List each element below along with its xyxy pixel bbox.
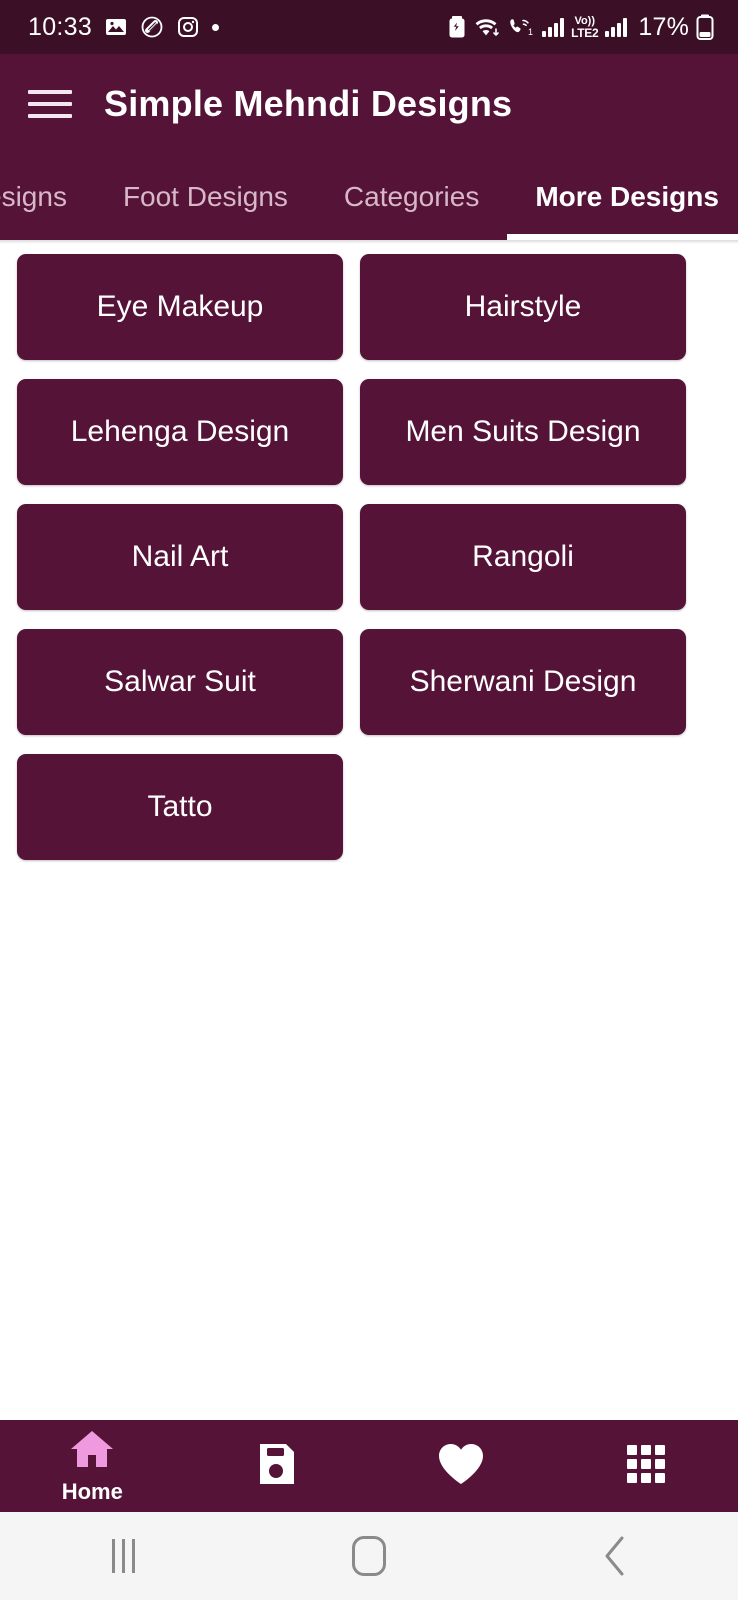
- tab-more-designs[interactable]: More Designs: [507, 154, 738, 240]
- card-label: Nail Art: [131, 540, 229, 573]
- category-card-eye-makeup[interactable]: Eye Makeup: [17, 254, 343, 360]
- tab-designs-partial[interactable]: esigns: [0, 154, 95, 240]
- wifi-icon: [474, 15, 500, 39]
- status-bar-right: 1 Vo)) LTE2 17%: [447, 13, 714, 42]
- category-card-nail-art[interactable]: Nail Art: [17, 504, 343, 610]
- home-icon: [69, 1428, 115, 1475]
- status-bar-left: 10:33: [28, 12, 220, 42]
- card-label: Eye Makeup: [96, 290, 264, 323]
- volte-call-icon: 1: [507, 15, 535, 39]
- tab-foot-designs[interactable]: Foot Designs: [95, 154, 316, 240]
- svg-text:1: 1: [528, 27, 533, 37]
- content-area: Eye Makeup Hairstyle Lehenga Design Men …: [0, 244, 738, 1420]
- tab-label: esigns: [0, 181, 67, 212]
- category-card-sherwani-design[interactable]: Sherwani Design: [360, 629, 686, 735]
- recents-icon[interactable]: [0, 1539, 246, 1573]
- instagram-icon: [176, 15, 200, 39]
- bottom-nav-item-apps[interactable]: [554, 1420, 738, 1512]
- card-label: Tatto: [147, 790, 213, 823]
- bottom-nav-item-home[interactable]: Home: [0, 1420, 185, 1512]
- tab-label: More Designs: [535, 181, 719, 212]
- tab-label: Categories: [343, 181, 480, 212]
- card-label: Rangoli: [472, 540, 574, 573]
- signal-bars-2-icon: [605, 17, 628, 37]
- card-label: Lehenga Design: [70, 415, 290, 448]
- bottom-nav-item-save[interactable]: [185, 1420, 370, 1512]
- back-icon[interactable]: [492, 1535, 738, 1577]
- battery-saver-icon: [447, 15, 467, 39]
- tab-categories[interactable]: Categories: [316, 154, 507, 240]
- save-icon: [254, 1440, 300, 1493]
- card-label: Salwar Suit: [104, 665, 256, 698]
- category-card-tatto[interactable]: Tatto: [17, 754, 343, 860]
- card-label: Hairstyle: [464, 290, 582, 323]
- status-bar: 10:33 1 Vo)) LTE2 17%: [0, 0, 738, 54]
- battery-icon: [696, 14, 714, 40]
- category-card-lehenga-design[interactable]: Lehenga Design: [17, 379, 343, 485]
- battery-percent-label: 17%: [638, 12, 689, 41]
- status-clock: 10:33: [28, 12, 93, 41]
- system-home-icon[interactable]: [246, 1536, 492, 1576]
- system-navigation-bar: [0, 1512, 738, 1600]
- bottom-nav-label-home: Home: [61, 1478, 123, 1504]
- category-card-men-suits-design[interactable]: Men Suits Design: [360, 379, 686, 485]
- heart-icon: [436, 1441, 486, 1492]
- category-card-hairstyle[interactable]: Hairstyle: [360, 254, 686, 360]
- bottom-nav-item-favorites[interactable]: [369, 1420, 554, 1512]
- app-screen: 10:33 1 Vo)) LTE2 17% Simple Mehndi Desi…: [0, 0, 738, 1600]
- card-label: Sherwani Design: [409, 665, 637, 698]
- tab-bar: esigns Foot Designs Categories More Desi…: [0, 154, 738, 240]
- category-card-salwar-suit[interactable]: Salwar Suit: [17, 629, 343, 735]
- volte2-icon: Vo)) LTE2: [571, 14, 599, 40]
- card-label: Men Suits Design: [405, 415, 641, 448]
- page-title: Simple Mehndi Designs: [104, 83, 513, 124]
- app-bar: Simple Mehndi Designs: [0, 54, 738, 154]
- grid-apps-icon: [623, 1441, 669, 1492]
- tab-label: Foot Designs: [122, 181, 288, 212]
- signal-bars-icon: [542, 17, 565, 37]
- hamburger-menu-icon[interactable]: [28, 87, 72, 121]
- smart-tag-icon: [140, 15, 164, 39]
- category-grid: Eye Makeup Hairstyle Lehenga Design Men …: [0, 254, 738, 879]
- category-card-rangoli[interactable]: Rangoli: [360, 504, 686, 610]
- bottom-navigation-bar: Home: [0, 1420, 738, 1512]
- gallery-icon: [104, 15, 128, 39]
- notification-dot: [212, 23, 220, 31]
